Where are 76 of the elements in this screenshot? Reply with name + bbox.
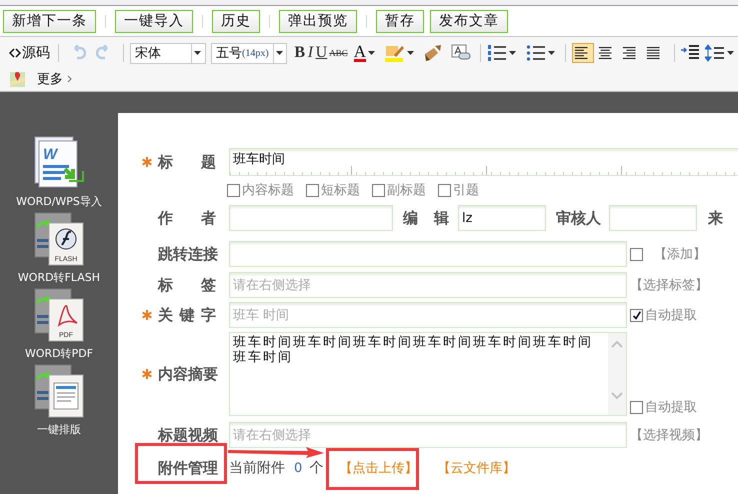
font-color-button[interactable]: A (354, 44, 366, 62)
text-field[interactable]: 请在右侧选择 (229, 422, 627, 448)
caret-icon[interactable] (509, 51, 516, 55)
text-field[interactable] (229, 241, 627, 267)
field-label: 来 (708, 208, 723, 228)
checkbox-label: 副标题 (387, 182, 426, 199)
attachment-label: 当前附件 (229, 459, 285, 477)
text-field[interactable] (609, 205, 697, 231)
checkbox[interactable] (438, 184, 451, 196)
tool-label: WORD转FLASH (18, 271, 100, 284)
more-button[interactable]: 更多 (37, 70, 72, 88)
chevron-icon (67, 75, 72, 83)
text-field[interactable]: lz (458, 205, 546, 231)
bold-button[interactable]: B (294, 44, 306, 62)
bullet-list-icon[interactable] (526, 44, 546, 62)
checkbox-label: 自动提取 (645, 307, 697, 324)
checkbox-label: 自动提取 (645, 399, 697, 416)
toolbar-button[interactable]: 发布文章 (430, 10, 508, 32)
checkbox[interactable] (630, 400, 643, 414)
line-spacing-icon[interactable] (705, 44, 725, 62)
field-label: 内容摘要 (158, 364, 216, 384)
field-label: 关 键 字 (158, 306, 216, 324)
field-label: 作 者 (158, 208, 216, 228)
font-size-select[interactable]: 五号(14px) (211, 42, 287, 64)
toolbar-button[interactable]: 一键导入 (115, 10, 193, 32)
toolbar-button[interactable]: 弹出预览 (279, 10, 357, 32)
action-link[interactable]: 【选择视频】 (630, 426, 708, 444)
caret-icon[interactable] (368, 51, 375, 55)
toolbar-button[interactable]: 历史 (212, 10, 260, 32)
italic-button[interactable]: I (307, 44, 314, 62)
code-icon (9, 48, 21, 58)
checkbox-label: 短标题 (321, 182, 360, 199)
checkbox-label: 内容标题 (242, 182, 294, 199)
checkbox[interactable] (372, 184, 385, 196)
brush-icon[interactable] (423, 44, 443, 62)
ordered-list-icon[interactable] (487, 44, 507, 62)
toolbar-button[interactable]: 新增下一条 (3, 10, 96, 32)
font-select[interactable]: 宋体 (130, 42, 206, 64)
field-label: 标题视频 (158, 426, 216, 444)
map-icon[interactable] (10, 72, 25, 86)
tool-label: 一键排版 (37, 423, 81, 436)
checkbox[interactable] (630, 248, 643, 260)
tool-label: WORD转PDF (24, 347, 94, 360)
checkbox[interactable] (630, 308, 643, 322)
field-label: 审核人 (556, 208, 600, 228)
checkbox[interactable] (227, 184, 240, 196)
text-field[interactable] (229, 205, 393, 231)
field-label: 标 题 (158, 152, 216, 172)
attachment-unit: 个 (309, 459, 324, 477)
clear-format-icon[interactable] (451, 44, 471, 62)
title-field[interactable]: 班车时间 (229, 148, 738, 176)
action-link[interactable]: 【选择标签】 (630, 276, 708, 294)
attachment-count: 0 (294, 460, 302, 476)
toolbar-button[interactable]: 暂存 (376, 10, 424, 32)
field-label: 标 签 (158, 276, 216, 294)
summary-field[interactable]: 班车时间班车时间班车时间班车时间班车时间班车时间班车时间 (229, 332, 627, 416)
field-label: 编 辑 (403, 208, 449, 228)
caret-icon[interactable] (727, 51, 734, 55)
caret-icon[interactable] (276, 51, 283, 55)
field-label: 跳转连接 (158, 244, 216, 264)
caret-icon[interactable] (407, 51, 414, 55)
caret-icon[interactable] (194, 51, 201, 55)
source-button[interactable]: 源码 (7, 44, 52, 62)
align-left-icon[interactable] (572, 43, 594, 63)
checkbox[interactable] (306, 184, 319, 196)
text-field[interactable]: 班车 时间 (229, 302, 627, 328)
text-field[interactable]: 请在右侧选择 (229, 272, 627, 298)
tool-label: WORD/WPS导入 (16, 195, 102, 208)
caret-icon[interactable] (548, 51, 555, 55)
action-link[interactable]: 【添加】 (654, 245, 706, 263)
field-label: 附件管理 (158, 458, 216, 478)
indent-icon[interactable] (681, 44, 699, 62)
underline-button[interactable]: U (316, 44, 328, 62)
scrollbar[interactable] (608, 333, 626, 415)
checkbox-label: 引题 (453, 182, 479, 199)
strike-button[interactable]: ABC (329, 48, 348, 58)
